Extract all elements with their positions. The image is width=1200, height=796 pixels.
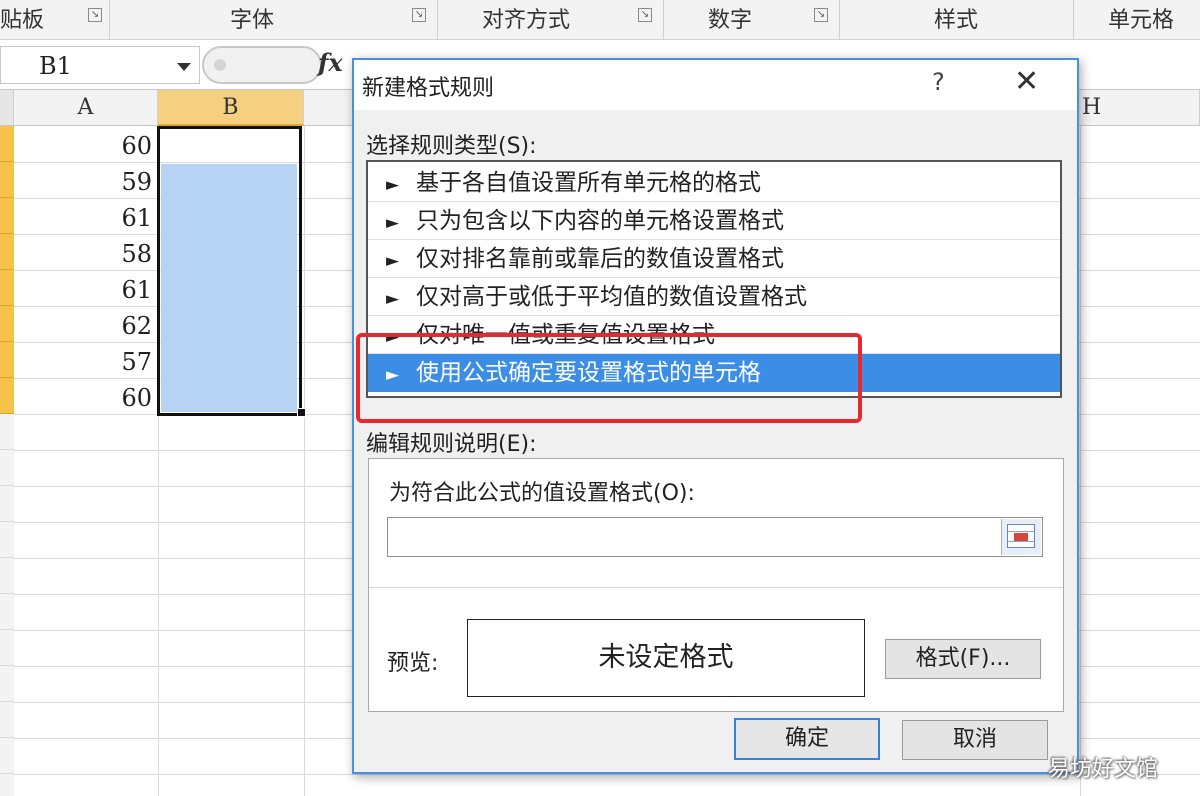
row-header[interactable] — [0, 378, 14, 414]
help-icon[interactable]: ? — [932, 68, 945, 96]
ribbon-label-styles: 样式 — [934, 8, 979, 33]
column-header-a[interactable]: A — [14, 90, 158, 126]
gridline — [304, 126, 305, 796]
chevron-down-icon[interactable] — [177, 63, 191, 71]
triangle-right-icon: ► — [386, 251, 400, 271]
name-box[interactable]: B1 — [0, 46, 200, 84]
triangle-right-icon: ► — [386, 213, 400, 233]
close-icon[interactable]: ✕ — [1014, 64, 1039, 99]
dialog-launcher-icon[interactable]: ↘ — [638, 8, 652, 22]
row-header[interactable] — [0, 306, 14, 342]
row-header[interactable] — [0, 342, 14, 378]
row-header[interactable] — [0, 738, 14, 774]
cancel-button[interactable]: 取消 — [902, 720, 1048, 760]
cell-a6[interactable]: 62 — [16, 308, 154, 344]
ribbon-group-cells: 单元格 — [1074, 0, 1200, 40]
fill-handle[interactable] — [297, 408, 306, 417]
ribbon-label-cells: 单元格 — [1108, 8, 1175, 33]
row-header[interactable] — [0, 414, 14, 450]
ribbon-group-font: 字体 ↘ — [110, 0, 438, 40]
range-select-button[interactable] — [1001, 519, 1041, 555]
dialog-launcher-icon[interactable]: ↘ — [814, 8, 828, 22]
row-header[interactable] — [0, 666, 14, 702]
cell-a4[interactable]: 58 — [16, 236, 154, 272]
cell-a3[interactable]: 61 — [16, 200, 154, 236]
dialog-title-bar[interactable]: 新建格式规则 ? ✕ — [354, 60, 1077, 110]
selection-outline — [157, 126, 302, 416]
collapse-dialog-icon — [1007, 524, 1035, 548]
column-header-b[interactable]: B — [158, 90, 304, 126]
row-header[interactable] — [0, 630, 14, 666]
format-button[interactable]: 格式(F)... — [885, 639, 1041, 679]
dialog-launcher-icon[interactable]: ↘ — [88, 8, 102, 22]
watermark: 易坊好文馆 — [1048, 757, 1159, 782]
row-header[interactable] — [0, 198, 14, 234]
rule-type-text: 仅对高于或低于平均值的数值设置格式 — [416, 284, 807, 310]
ribbon-label-alignment: 对齐方式 — [482, 8, 571, 33]
dialog-launcher-icon[interactable]: ↘ — [412, 8, 426, 22]
row-header[interactable] — [0, 450, 14, 486]
ribbon-label-number: 数字 — [708, 8, 753, 33]
rule-type-text: 仅对排名靠前或靠后的数值设置格式 — [416, 246, 784, 272]
dialog-title: 新建格式规则 — [362, 76, 495, 101]
ribbon-group-clipboard: 贴板 ↘ — [0, 0, 110, 40]
rule-type-item[interactable]: ► 只为包含以下内容的单元格设置格式 — [368, 202, 1060, 240]
gridline — [1080, 126, 1081, 796]
handle-icon — [214, 59, 226, 71]
row-header[interactable] — [0, 594, 14, 630]
formula-input[interactable] — [387, 517, 1043, 557]
edit-rule-label: 编辑规则说明(E): — [366, 432, 537, 457]
annotation-highlight-box — [356, 333, 862, 423]
cell-a7[interactable]: 57 — [16, 344, 154, 380]
gridline — [14, 774, 1200, 775]
rule-description-panel: 为符合此公式的值设置格式(O): 预览: 未设定格式 格式(F)... — [368, 458, 1064, 712]
row-header[interactable] — [0, 270, 14, 306]
select-all-corner[interactable] — [0, 90, 14, 126]
cell-a8[interactable]: 60 — [16, 380, 154, 416]
row-header[interactable] — [0, 774, 14, 796]
triangle-right-icon: ► — [386, 289, 400, 309]
divider — [369, 587, 1063, 588]
row-header[interactable] — [0, 522, 14, 558]
row-header[interactable] — [0, 702, 14, 738]
ribbon-group-alignment: 对齐方式 ↘ — [438, 0, 664, 40]
ok-button[interactable]: 确定 — [734, 718, 880, 760]
rule-type-item[interactable]: ► 基于各自值设置所有单元格的格式 — [368, 164, 1060, 202]
name-box-value: B1 — [39, 52, 72, 80]
row-header[interactable] — [0, 126, 14, 162]
row-header[interactable] — [0, 486, 14, 522]
rule-type-item[interactable]: ► 仅对高于或低于平均值的数值设置格式 — [368, 278, 1060, 316]
triangle-right-icon: ► — [386, 175, 400, 195]
row-header[interactable] — [0, 558, 14, 594]
row-header[interactable] — [0, 162, 14, 198]
ribbon-group-number: 数字 ↘ — [664, 0, 840, 40]
preview-label: 预览: — [387, 651, 439, 676]
ribbon-label-font: 字体 — [230, 8, 275, 33]
cell-a2[interactable]: 59 — [16, 164, 154, 200]
cell-a1[interactable]: 60 — [16, 128, 154, 164]
ribbon: 贴板 ↘ 字体 ↘ 对齐方式 ↘ 数字 ↘ 样式 单元格 — [0, 0, 1200, 40]
insert-function-icon[interactable]: fx — [318, 48, 343, 77]
formula-label: 为符合此公式的值设置格式(O): — [389, 481, 695, 506]
rule-type-text: 只为包含以下内容的单元格设置格式 — [416, 208, 784, 234]
cell-a5[interactable]: 61 — [16, 272, 154, 308]
ribbon-label-clipboard: 贴板 — [0, 8, 45, 33]
formula-bar-scroll[interactable] — [202, 46, 322, 84]
rule-type-label: 选择规则类型(S): — [366, 134, 537, 159]
row-header[interactable] — [0, 234, 14, 270]
rule-type-item[interactable]: ► 仅对排名靠前或靠后的数值设置格式 — [368, 240, 1060, 278]
rule-type-text: 基于各自值设置所有单元格的格式 — [416, 170, 761, 196]
format-preview: 未设定格式 — [467, 619, 865, 697]
ribbon-group-styles: 样式 — [840, 0, 1074, 40]
